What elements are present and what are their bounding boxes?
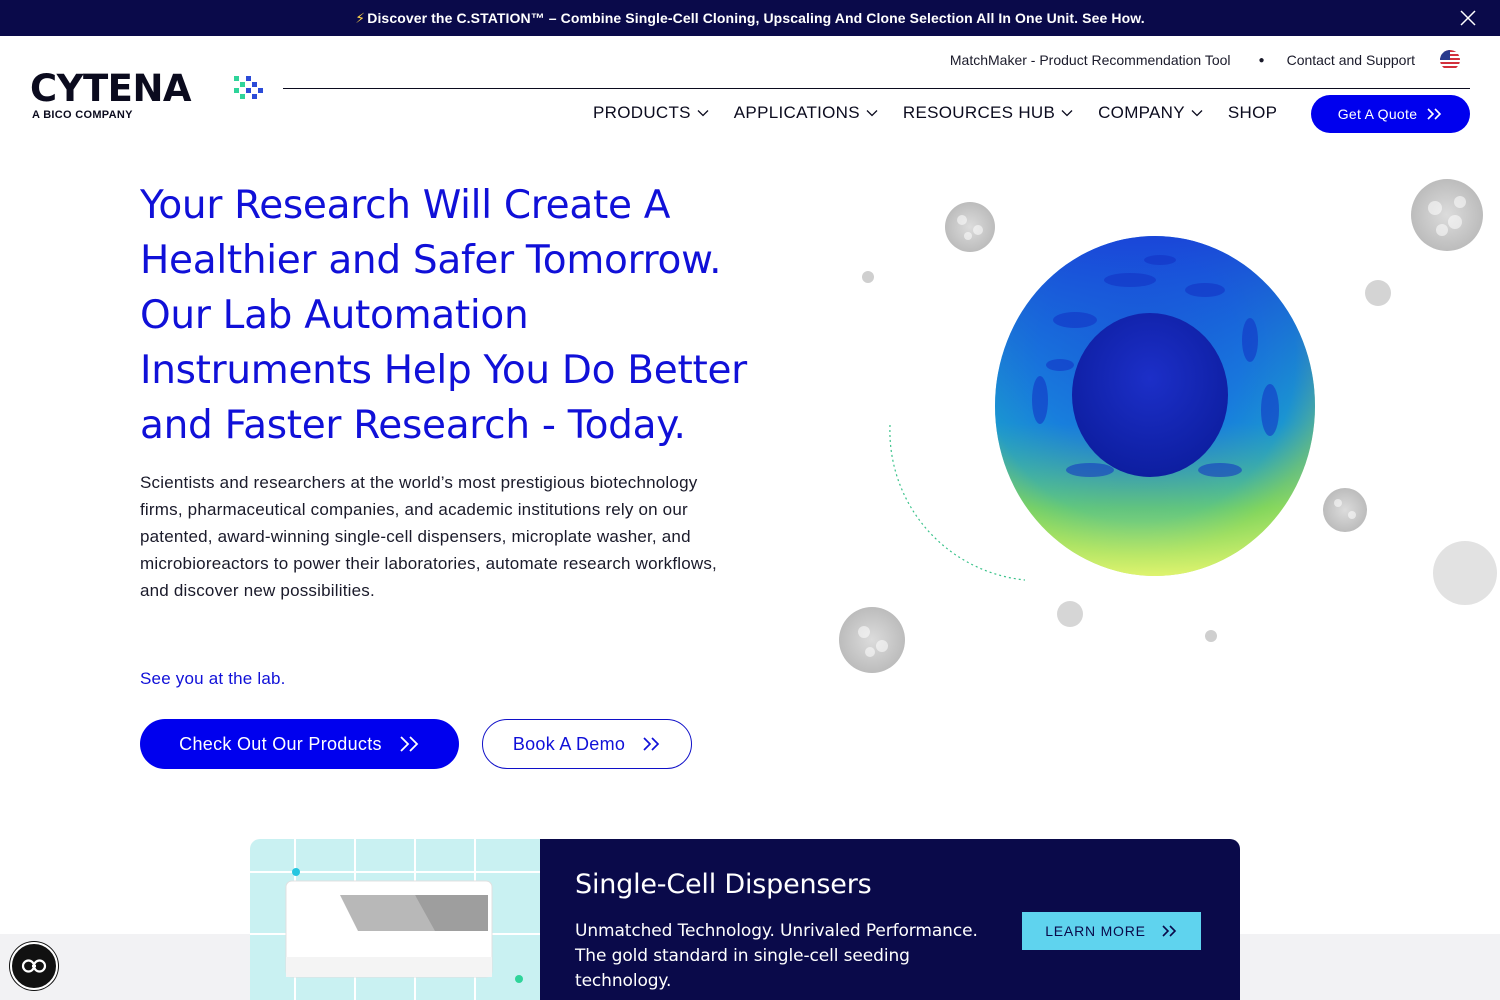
double-chevron-right-icon [1427, 108, 1442, 120]
product-name: Single-Cell Dispensers [575, 869, 872, 900]
dispenser-image [250, 839, 540, 1000]
chevron-down-icon [1061, 110, 1073, 117]
utility-nav: MatchMaker - Product Recommendation Tool… [950, 50, 1460, 70]
check-out-products-button[interactable]: Check Out Our Products [140, 719, 459, 769]
cell-illustration [839, 179, 1497, 673]
logo-arrows-icon [234, 76, 263, 99]
hero-tagline: See you at the lab. [140, 669, 286, 688]
logo-wordmark: CYTENA [30, 67, 192, 110]
nav-label: APPLICATIONS [733, 103, 860, 122]
nav-products[interactable]: PRODUCTS [593, 103, 709, 123]
nav-shop[interactable]: SHOP [1228, 103, 1277, 123]
matchmaker-link[interactable]: MatchMaker - Product Recommendation Tool [950, 52, 1231, 68]
accessibility-icon [21, 959, 47, 973]
get-a-quote-button[interactable]: Get A Quote [1311, 95, 1470, 133]
book-a-demo-button[interactable]: Book A Demo [482, 719, 692, 769]
nav-resources-hub[interactable]: RESOURCES HUB [903, 103, 1073, 123]
primary-button-label: Check Out Our Products [179, 733, 382, 754]
product-description: Unmatched Technology. Unrivaled Performa… [575, 921, 978, 991]
dispenser-device-image [250, 839, 540, 1000]
announcement-bar[interactable]: ⚡ Discover the C.STATION™ – Combine Sing… [0, 0, 1500, 36]
nav-label: RESOURCES HUB [902, 103, 1056, 122]
nav-company[interactable]: COMPANY [1098, 103, 1203, 123]
header-divider [283, 88, 1470, 89]
nav-label: SHOP [1227, 103, 1278, 122]
quote-button-label: Get A Quote [1337, 106, 1418, 122]
announcement-text[interactable]: Discover the C.STATION™ – Combine Single… [367, 10, 1144, 26]
site-logo[interactable]: CYTENA A BICO COMPANY [30, 67, 263, 122]
double-chevron-right-icon [643, 737, 660, 751]
logo-subtitle: A BICO COMPANY [32, 109, 133, 121]
learn-more-button[interactable]: LEARN MORE [1022, 912, 1201, 950]
accessibility-button[interactable] [10, 942, 58, 990]
nav-applications[interactable]: APPLICATIONS [734, 103, 878, 123]
us-flag-icon[interactable] [1440, 50, 1460, 70]
product-info: Single-Cell Dispensers Unmatched Technol… [540, 839, 1240, 1000]
close-icon[interactable] [1458, 8, 1478, 28]
contact-support-link[interactable]: Contact and Support [1287, 52, 1415, 68]
chevron-down-icon [697, 110, 709, 117]
lightning-icon: ⚡ [355, 9, 366, 26]
chevron-down-icon [866, 110, 878, 117]
chevron-down-icon [1191, 110, 1203, 117]
secondary-button-label: Book A Demo [512, 733, 626, 754]
utility-separator: ● [1258, 54, 1265, 66]
nav-label: COMPANY [1098, 103, 1185, 122]
main-nav: PRODUCTS APPLICATIONS RESOURCES HUB COMP… [593, 102, 1277, 124]
hero-title: Your Research Will Create A Healthier an… [140, 183, 747, 448]
product-card-single-cell-dispensers: Single-Cell Dispensers Unmatched Technol… [250, 839, 1240, 1000]
double-chevron-right-icon [400, 736, 419, 752]
nav-label: PRODUCTS [593, 103, 691, 122]
double-chevron-right-icon [1162, 925, 1176, 937]
hero-description: Scientists and researchers at the world’… [140, 473, 717, 600]
learn-more-label: LEARN MORE [1045, 923, 1146, 939]
